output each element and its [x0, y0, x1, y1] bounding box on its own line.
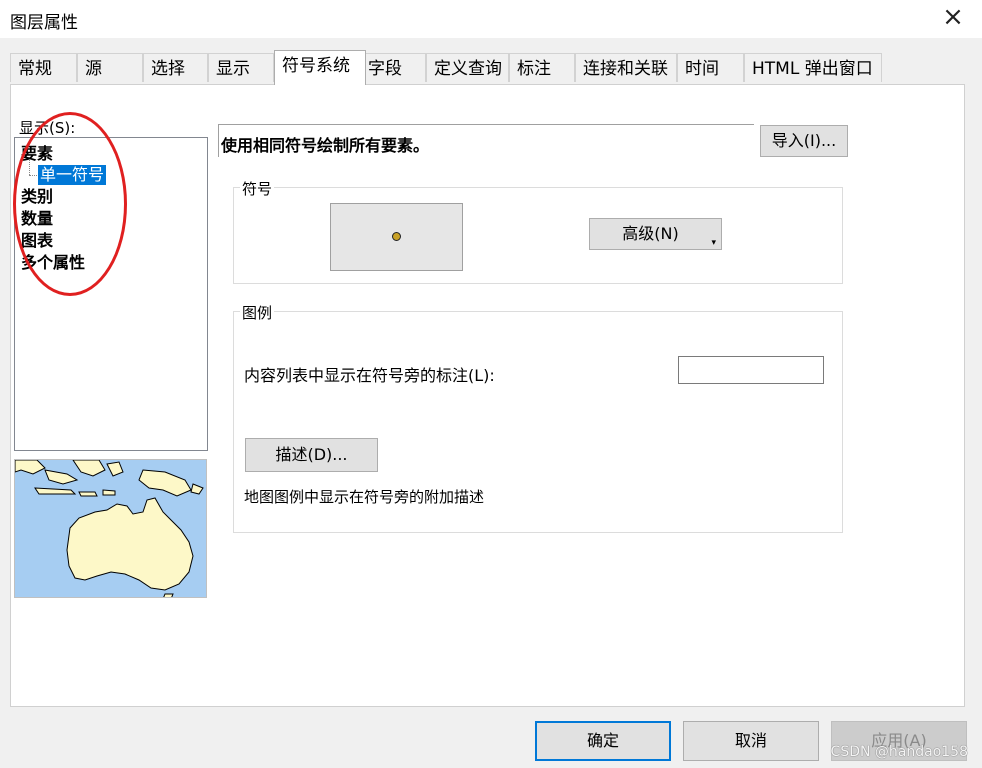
tree-item-features[interactable]: 要素: [21, 144, 53, 164]
tab-html-popup[interactable]: HTML 弹出窗口: [744, 53, 882, 82]
symbol-swatch-button[interactable]: [330, 203, 463, 271]
tab-source[interactable]: 源: [77, 53, 143, 82]
tree-item-categories[interactable]: 类别: [21, 187, 53, 207]
tree-item-multiple-attributes[interactable]: 多个属性: [21, 253, 85, 273]
tab-strip: 常规 源 选择 显示 符号系统 字段 定义查询 标注 连接和关联 时间 HTML…: [10, 50, 970, 85]
symbol-group: [233, 187, 843, 284]
watermark: CSDN @handao158: [830, 744, 968, 760]
tab-time[interactable]: 时间: [677, 53, 744, 82]
describe-hint: 地图图例中显示在符号旁的附加描述: [244, 488, 485, 506]
window-title: 图层属性: [10, 13, 78, 33]
cancel-button[interactable]: 取消: [683, 721, 819, 761]
legend-group-title: 图例: [240, 302, 275, 323]
description-text: 使用相同符号绘制所有要素。: [221, 136, 430, 155]
label-prompt: 内容列表中显示在符号旁的标注(L):: [244, 366, 495, 385]
map-preview: [14, 459, 207, 598]
advanced-button-label: 高级(N): [622, 224, 679, 243]
tree-connector: [29, 159, 30, 175]
tab-general[interactable]: 常规: [10, 53, 77, 82]
legend-label-input[interactable]: [678, 356, 824, 384]
description-box: 使用相同符号绘制所有要素。: [218, 124, 754, 157]
tab-fields[interactable]: 字段: [360, 53, 426, 82]
title-bar: 图层属性 ×: [0, 0, 982, 38]
tab-labels[interactable]: 标注: [509, 53, 575, 82]
show-label: 显示(S):: [19, 119, 76, 137]
symbol-group-title: 符号: [240, 178, 275, 199]
tab-symbology[interactable]: 符号系统: [274, 50, 366, 85]
tab-display[interactable]: 显示: [208, 53, 274, 82]
tree-item-charts[interactable]: 图表: [21, 231, 53, 251]
dropdown-arrow-icon: ▾: [711, 238, 716, 248]
tree-connector: [29, 175, 37, 176]
import-button[interactable]: 导入(I)...: [760, 125, 848, 157]
describe-button[interactable]: 描述(D)...: [245, 438, 378, 472]
close-icon[interactable]: ×: [938, 4, 968, 32]
advanced-button[interactable]: 高级(N) ▾: [589, 218, 722, 250]
point-symbol-icon: [392, 232, 401, 241]
tab-joins-relates[interactable]: 连接和关联: [575, 53, 677, 82]
tab-definition-query[interactable]: 定义查询: [426, 53, 509, 82]
tab-selection[interactable]: 选择: [143, 53, 208, 82]
tree-item-quantities[interactable]: 数量: [21, 209, 53, 229]
tree-item-single-symbol[interactable]: 单一符号: [38, 165, 107, 185]
ok-button[interactable]: 确定: [535, 721, 671, 761]
map-preview-icon: [15, 460, 206, 597]
renderer-tree[interactable]: 要素 单一符号 类别 数量 图表 多个属性: [14, 137, 208, 451]
